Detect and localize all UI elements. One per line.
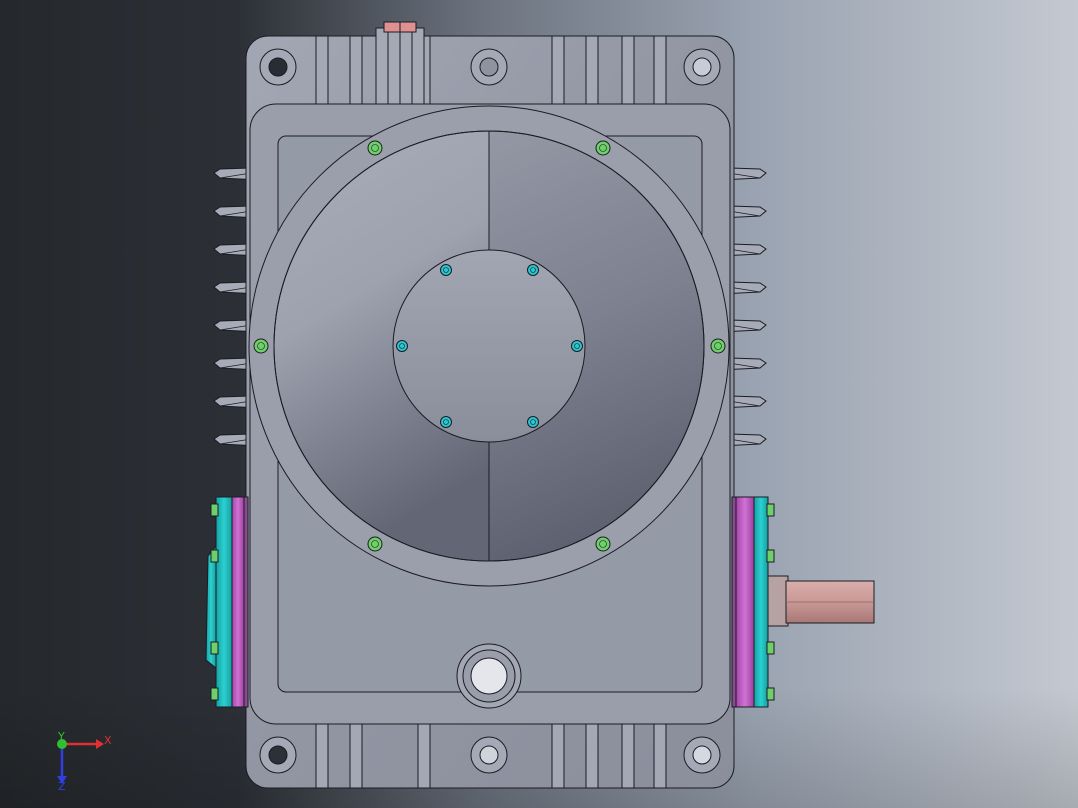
flange-bolt (210, 503, 219, 517)
drain-plug[interactable] (456, 643, 522, 709)
x-axis-label: X (104, 734, 112, 747)
flange-bolt (766, 549, 775, 563)
flange-bolt (210, 549, 219, 563)
hex-bolt (595, 140, 611, 156)
z-axis-label: Z (58, 780, 66, 793)
hub-bolt (440, 416, 452, 428)
flange-bolt (766, 503, 775, 517)
hub-bolt (440, 264, 452, 276)
hex-bolt (253, 338, 269, 354)
hex-bolt (710, 338, 726, 354)
hub-bolt (396, 340, 408, 352)
y-axis-label: Y (57, 730, 65, 743)
flange-bolt (766, 687, 775, 701)
input-shaft[interactable] (767, 575, 875, 627)
flange-bolt (210, 687, 219, 701)
cad-graphics-viewport[interactable]: X Y Z (0, 0, 1078, 808)
hex-bolt (595, 536, 611, 552)
hex-bolt (367, 140, 383, 156)
breather-plug[interactable] (375, 21, 425, 105)
hex-bolt (367, 536, 383, 552)
flange-bolt (210, 641, 219, 655)
hub-bolt (571, 340, 583, 352)
hub-bolt (527, 416, 539, 428)
hub-bolt (527, 264, 539, 276)
flange-bolt (766, 641, 775, 655)
output-hub[interactable] (392, 249, 586, 443)
gearbox-model-view[interactable]: X Y Z (0, 0, 1078, 808)
